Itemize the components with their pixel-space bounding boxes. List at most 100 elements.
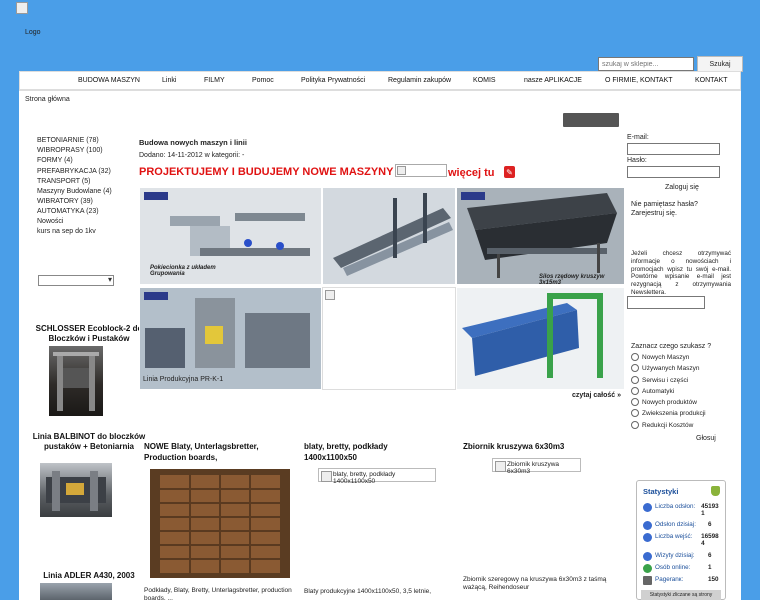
promo-title-balbinot[interactable]: Linia BALBINOT do bloczków pustaków + Be…	[20, 432, 158, 452]
poll-option[interactable]: Redukcji Kosztów	[631, 421, 693, 429]
nav-item-pomoc[interactable]: Pomoc	[252, 77, 274, 84]
password-label: Hasło:	[627, 157, 647, 164]
register-link[interactable]: Zarejestruj się.	[631, 210, 677, 217]
login-button[interactable]: Zaloguj się	[665, 184, 699, 191]
forgot-password-link[interactable]: Nie pamiętasz hasła?	[631, 201, 698, 208]
promo-image-adler[interactable]	[40, 583, 112, 600]
category-prefabrykacja[interactable]: PREFABRYKACJA (32)	[37, 168, 111, 175]
promo-image-schlosser[interactable]	[49, 346, 103, 416]
category-nowosci[interactable]: Nowości	[37, 218, 63, 225]
radio-icon[interactable]	[631, 398, 639, 406]
category-select[interactable]	[38, 275, 114, 286]
radio-icon[interactable]	[631, 409, 639, 417]
radio-icon[interactable]	[631, 364, 639, 372]
nav-item-polityka[interactable]: Polityka Prywatności	[301, 77, 365, 84]
category-transport[interactable]: TRANSPORT (5)	[37, 178, 90, 185]
gallery-image-pallets[interactable]	[456, 287, 625, 390]
stat-row: Wizyty dzisiaj: 6	[643, 552, 721, 563]
category-wibroprasy[interactable]: WIBROPRASY (100)	[37, 147, 103, 154]
gallery-image-line[interactable]	[322, 187, 456, 285]
stats-footer: Statystyki zliczane są strony	[641, 590, 721, 600]
gallery-caption-silos: Silos rzędowy kruszyw 3x15m3	[539, 274, 605, 285]
nav-item-aplikacje[interactable]: nasze APLIKACJE	[524, 77, 582, 84]
nav-item-komis[interactable]: KOMIS	[473, 77, 496, 84]
password-field[interactable]	[627, 166, 720, 178]
more-link[interactable]: więcej tu	[448, 167, 494, 179]
machine-render	[457, 288, 624, 389]
stat-row: Osób online: 1	[643, 564, 721, 575]
article-meta: Dodano: 14-11-2012 w kategorii: -	[139, 152, 245, 159]
gallery-image-silos[interactable]: Silos rzędowy kruszyw 3x15m3	[456, 187, 625, 285]
machine-render	[140, 288, 321, 389]
category-wibratory[interactable]: WIBRATORY (39)	[37, 198, 93, 205]
user-icon	[643, 521, 652, 530]
product-desc-blaty-nowe: Podkłady, Blaty, Bretty, Unterlagsbrette…	[144, 587, 292, 600]
nav-item-kontakt[interactable]: KONTAKT	[695, 77, 728, 84]
category-formy[interactable]: FORMY (4)	[37, 157, 73, 164]
category-automatyka[interactable]: AUTOMATYKA (23)	[37, 208, 99, 215]
category-kurs[interactable]: kurs na sep do 1kv	[37, 228, 96, 235]
promo-title-adler[interactable]: Linia ADLER A430, 2003	[20, 571, 158, 581]
poll-option[interactable]: Serwisu i części	[631, 376, 688, 384]
stat-row: Pageranк: 150	[643, 576, 721, 587]
stat-row: Liczba wejść: 16598 4	[643, 533, 721, 547]
category-maszyny-budowlane[interactable]: Maszyny Budowlane (4)	[37, 188, 112, 195]
broken-image-icon	[325, 290, 335, 300]
logo-text[interactable]: Logo	[25, 29, 41, 36]
poll-option[interactable]: Nowych Maszyn	[631, 353, 689, 361]
vote-button[interactable]: Głosuj	[696, 435, 716, 442]
machine-illustration	[46, 471, 106, 511]
category-betoniarnie[interactable]: BETONIARNIE (78)	[37, 137, 99, 144]
machine-render	[323, 188, 455, 284]
newsletter-text: Jeżeli chcesz otrzymywać informacje o no…	[631, 250, 731, 296]
pagerank-icon	[643, 576, 652, 585]
nav-item-budowa-maszyn[interactable]: BUDOWA MASZYN	[78, 77, 140, 84]
product-image-blaty-nowe[interactable]	[150, 469, 290, 578]
logo-image[interactable]	[16, 2, 28, 14]
poll-option[interactable]: Używanych Maszyn	[631, 364, 699, 372]
main-nav: BUDOWA MASZYN Linki FILMY Pomoc Polityka…	[19, 71, 741, 90]
radio-icon[interactable]	[631, 421, 639, 429]
promo-title-schlosser[interactable]: SCHLOSSER Ecoblock-2 do Bloczków i Pusta…	[20, 324, 158, 344]
nav-item-linki[interactable]: Linki	[162, 77, 176, 84]
pdf-icon[interactable]: ✎	[504, 166, 515, 178]
stat-row: Odsłon dzisiaj: 6	[643, 521, 721, 532]
radio-icon[interactable]	[631, 387, 639, 395]
gallery-image-broken[interactable]	[322, 287, 456, 390]
product-image-blaty-bretty[interactable]: blaty, bretty, podkłady 1400x1100x50	[318, 468, 436, 485]
article-title[interactable]: Budowa nowych maszyn i linii	[139, 138, 247, 147]
email-label: E-mail:	[627, 134, 649, 141]
product-image-zbiornik[interactable]: Zbiornik kruszywa 6x30m3	[492, 458, 581, 475]
nav-item-o-firmie[interactable]: O FIRMIE, KONTAKT	[605, 77, 673, 84]
gallery-image-pokiecionka[interactable]: Pokiecionka z układem Grupowania	[139, 187, 322, 285]
gallery-image-pr-k-1[interactable]: Linia Produkcyjna PR-K-1	[139, 287, 322, 390]
email-field[interactable]	[627, 143, 720, 155]
gallery-caption-pr-k-1: Linia Produkcyjna PR-K-1	[143, 376, 224, 383]
radio-icon[interactable]	[631, 376, 639, 384]
toolbar-button[interactable]	[563, 113, 619, 127]
poll-option[interactable]: Automatyki	[631, 387, 674, 395]
user-icon	[643, 533, 652, 542]
search-button[interactable]: Szukaj	[697, 56, 743, 72]
product-title-blaty-nowe[interactable]: NOWE Blaty, Unterlagsbretter, Production…	[144, 441, 294, 463]
online-icon	[643, 564, 652, 573]
promo-image-balbinot[interactable]	[40, 463, 112, 517]
product-title-zbiornik[interactable]: Zbiornik kruszywa 6x30m3	[463, 441, 613, 452]
gallery-caption-pokiecionka: Pokiecionka z układem Grupowania	[150, 265, 216, 277]
nav-item-regulamin[interactable]: Regulamin zakupów	[388, 77, 451, 84]
product-desc-blaty-bretty: Blaty produkcyjne 1400x1100x50, 3,5 letn…	[304, 588, 432, 595]
search-input[interactable]	[598, 57, 694, 71]
poll-option[interactable]: Nowych produktów	[631, 398, 697, 406]
poll-option[interactable]: Zwiekszenia produkcji	[631, 409, 706, 417]
radio-icon[interactable]	[631, 353, 639, 361]
machine-render	[457, 188, 624, 284]
breadcrumb[interactable]: Strona główna	[25, 96, 70, 103]
read-all-link[interactable]: czytaj całość »	[572, 392, 621, 399]
stat-row: Liczba odsłon: 45193 1	[643, 503, 721, 517]
poll-title: Zaznacz czego szukasz ?	[631, 343, 712, 350]
product-title-blaty-bretty[interactable]: blaty, bretty, podkłady 1400x1100x50	[304, 441, 424, 463]
nav-item-filmy[interactable]: FILMY	[204, 77, 225, 84]
machine-illustration	[53, 352, 99, 411]
newsletter-email-field[interactable]	[627, 296, 705, 309]
user-icon	[643, 503, 652, 512]
